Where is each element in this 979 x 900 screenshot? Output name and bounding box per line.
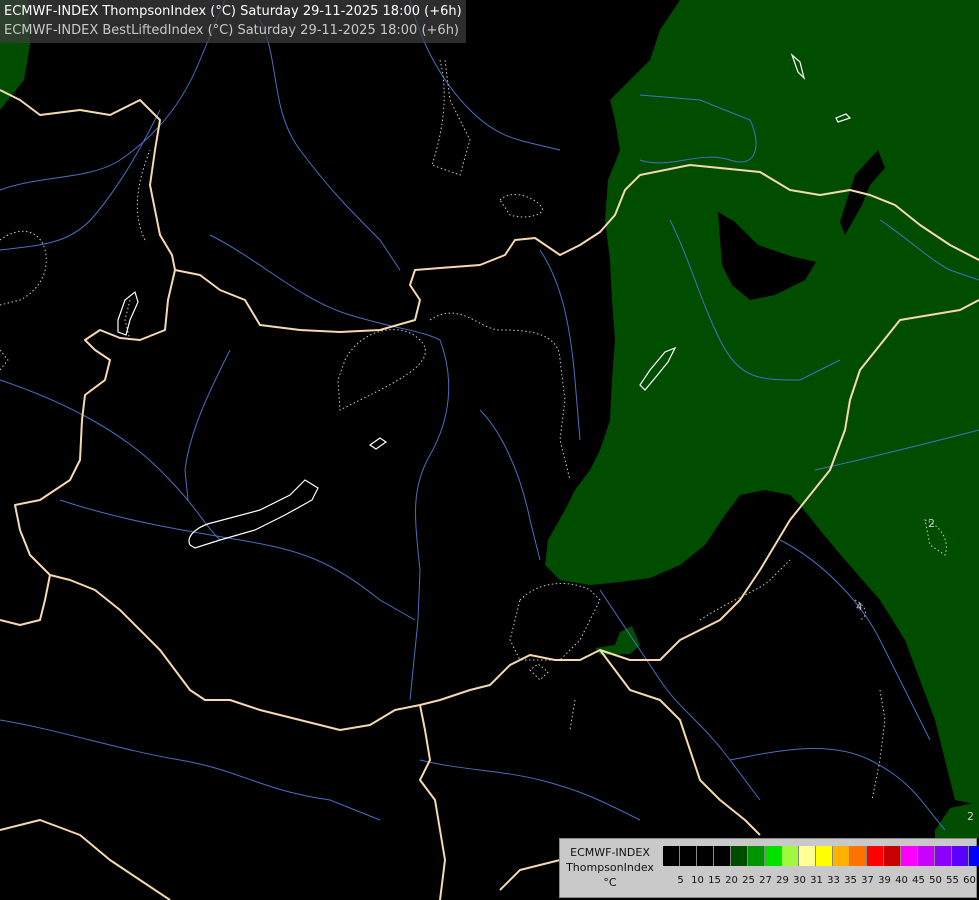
legend-tick-label: 35 [844, 875, 857, 886]
legend-swatch [663, 846, 680, 866]
legend-tick-label: 37 [861, 875, 874, 886]
legend-swatch [952, 846, 969, 866]
legend-tick-label: 60 [963, 875, 976, 886]
legend-tick-label: 29 [776, 875, 789, 886]
contour-label: 2 [928, 517, 935, 530]
legend-tick-label: 55 [946, 875, 959, 886]
legend-swatch [731, 846, 748, 866]
legend-swatches [663, 846, 979, 866]
legend-tick-label: 33 [827, 875, 840, 886]
legend-tick-label: 20 [725, 875, 738, 886]
legend-swatch [867, 846, 884, 866]
thompson-index-title: ECMWF-INDEX ThompsonIndex (°C) Saturday … [4, 4, 462, 19]
legend-tick-label: 27 [759, 875, 772, 886]
weather-map: 2 4 2 [0, 0, 979, 900]
color-legend: ECMWF-INDEX ThompsonIndex °C 5 10 15 20 25 27… [559, 838, 979, 898]
legend-swatch [816, 846, 833, 866]
legend-tick-label: 45 [912, 875, 925, 886]
legend-tick-label: 50 [929, 875, 942, 886]
legend-swatch [697, 846, 714, 866]
contour-label: 4 [856, 602, 862, 613]
legend-title: ECMWF-INDEX ThompsonIndex °C [562, 845, 658, 890]
legend-swatch [782, 846, 799, 866]
legend-model: ECMWF-INDEX [570, 846, 650, 859]
legend-swatch [680, 846, 697, 866]
legend-swatch [714, 846, 731, 866]
legend-tick-label: 39 [878, 875, 891, 886]
legend-tick-label: 31 [810, 875, 823, 886]
legend-swatch [799, 846, 816, 866]
legend-parameter: ThompsonIndex [566, 861, 654, 874]
legend-tick-label: 30 [793, 875, 806, 886]
legend-tick-label: 15 [708, 875, 721, 886]
legend-swatch [884, 846, 901, 866]
contour-label: 2 [967, 810, 974, 823]
map-header: ECMWF-INDEX ThompsonIndex (°C) Saturday … [0, 0, 466, 43]
legend-swatch [748, 846, 765, 866]
legend-swatch [765, 846, 782, 866]
legend-tick-label: 25 [742, 875, 755, 886]
legend-swatch [969, 846, 979, 866]
legend-swatch [833, 846, 850, 866]
legend-unit: °C [603, 876, 617, 889]
legend-ticks: 5 10 15 20 25 27 29 30 31 33 35 37 39 40 45 50 55 60 [672, 874, 978, 888]
legend-swatch [918, 846, 935, 866]
lifted-index-title: ECMWF-INDEX BestLiftedIndex (°C) Saturda… [4, 23, 459, 38]
legend-tick-label: 10 [691, 875, 704, 886]
legend-swatch [901, 846, 918, 866]
legend-tick-label: 5 [677, 875, 684, 886]
legend-swatch [935, 846, 952, 866]
legend-tick-label: 40 [895, 875, 908, 886]
legend-swatch [850, 846, 867, 866]
